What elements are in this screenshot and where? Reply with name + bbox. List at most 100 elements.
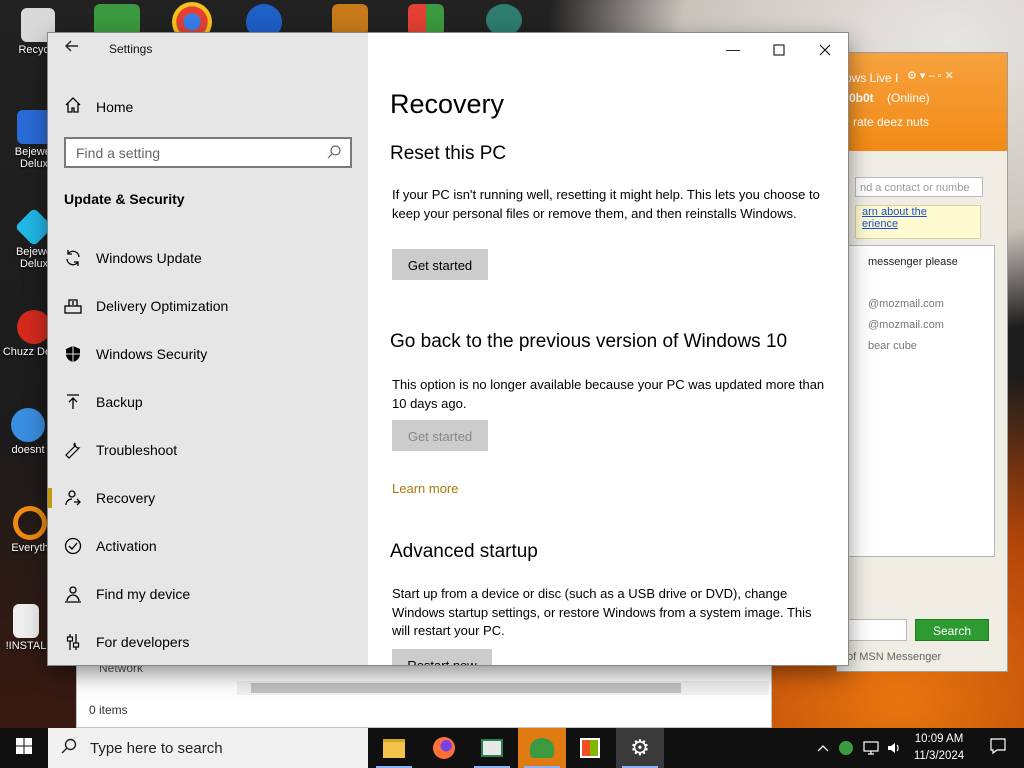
taskbar-app-window[interactable] <box>468 728 516 768</box>
learn-more-link[interactable]: Learn more <box>392 481 458 496</box>
taskbar-search-placeholder: Type here to search <box>90 739 223 757</box>
app-icon-3[interactable] <box>408 4 444 36</box>
go-back-get-started-button[interactable]: Get started <box>392 420 488 451</box>
msn-header: ows Live I ⚙ ▾ – ▫ ✕ 0b0t (Online) rate … <box>837 53 1007 151</box>
tray-network-icon[interactable] <box>860 728 882 768</box>
page-title: Recovery <box>390 89 505 119</box>
msn-people-icon <box>530 738 554 758</box>
sidebar-item-activation[interactable]: Activation <box>48 522 368 570</box>
sidebar-item-find-my-device[interactable]: Find my device <box>48 570 368 618</box>
find-setting-search[interactable] <box>64 137 352 168</box>
msn-username: 0b0t <box>849 91 874 105</box>
nav-home[interactable]: Home <box>64 95 133 119</box>
clock-date: 11/3/2024 <box>913 750 965 762</box>
taskbar-firefox[interactable] <box>420 728 468 768</box>
app-icon-2[interactable] <box>332 4 368 36</box>
msn-contact-row[interactable]: messenger please <box>868 256 958 268</box>
sidebar-item-label: Troubleshoot <box>96 442 178 458</box>
minimize-button[interactable]: — <box>710 37 756 61</box>
scrollbar-thumb[interactable] <box>251 683 681 693</box>
msn-footer-text: of MSN Messenger <box>847 651 942 663</box>
close-button[interactable] <box>802 37 848 61</box>
sidebar-item-label: Backup <box>96 394 143 410</box>
settings-nav-list: Windows Update Delivery Optimization Win… <box>48 234 368 665</box>
msn-title: ows Live I <box>845 71 899 85</box>
msn-contact-search-input[interactable]: nd a contact or numbe <box>855 177 983 197</box>
firefox-icon <box>433 737 455 759</box>
msn-people-icon[interactable] <box>94 4 140 36</box>
taskbar-store[interactable] <box>566 728 614 768</box>
settings-sidebar: Settings Home Update & Security Windows … <box>48 33 368 665</box>
sidebar-item-delivery-optimization[interactable]: Delivery Optimization <box>48 282 368 330</box>
explorer-horizontal-scrollbar[interactable] <box>237 681 769 695</box>
shield-icon <box>64 345 82 363</box>
sidebar-item-label: For developers <box>96 634 190 650</box>
advanced-startup-heading: Advanced startup <box>390 541 538 562</box>
sidebar-item-troubleshoot[interactable]: Troubleshoot <box>48 426 368 474</box>
notification-icon <box>989 737 1007 760</box>
msn-people-icon <box>839 741 853 755</box>
sidebar-item-for-developers[interactable]: For developers <box>48 618 368 665</box>
tray-volume-icon[interactable] <box>884 728 904 768</box>
taskbar-settings[interactable]: ⚙ <box>616 728 664 768</box>
folder-icon <box>383 738 405 758</box>
start-button[interactable] <box>0 728 48 768</box>
reset-pc-description: If your PC isn't running well, resetting… <box>392 187 820 221</box>
settings-content-pane: — Recovery Reset this PC If your PC isn'… <box>368 33 848 665</box>
taskbar-file-explorer[interactable] <box>370 728 418 768</box>
sidebar-item-label: Activation <box>96 538 157 554</box>
msn-messenger-window[interactable]: ows Live I ⚙ ▾ – ▫ ✕ 0b0t (Online) rate … <box>836 52 1008 672</box>
everything-search-icon <box>13 506 47 540</box>
go-back-description: This option is no longer available becau… <box>392 377 825 411</box>
desktop-icon-label: Bejewe Delux <box>15 246 53 270</box>
sidebar-item-label: Windows Update <box>96 250 202 266</box>
show-hidden-icons-button[interactable] <box>814 728 832 768</box>
character-icon[interactable] <box>486 4 522 36</box>
section-heading: Update & Security <box>64 191 185 207</box>
file-explorer-window[interactable]: Network 0 items <box>76 661 772 728</box>
msn-tip-box[interactable]: arn about the erience <box>855 205 981 239</box>
settings-window[interactable]: Settings Home Update & Security Windows … <box>48 33 848 665</box>
gear-icon: ⚙ <box>630 735 650 760</box>
desktop-icon-label: Everyth <box>11 542 49 554</box>
find-setting-input[interactable] <box>66 139 326 166</box>
msn-contact-row[interactable]: @mozmail.com <box>868 298 944 310</box>
refresh-icon <box>64 249 82 267</box>
search-icon <box>60 737 78 760</box>
window-app-icon <box>481 739 503 757</box>
msn-contact-row[interactable]: bear cube <box>868 340 917 352</box>
windows-logo-icon <box>16 737 32 759</box>
msn-tip-link-2[interactable]: erience <box>856 218 980 230</box>
backup-arrow-icon <box>64 393 82 411</box>
tray-msn-icon[interactable] <box>836 728 856 768</box>
developer-sliders-icon <box>64 633 82 651</box>
reset-get-started-button[interactable]: Get started <box>392 249 488 280</box>
nav-home-label: Home <box>96 99 134 115</box>
taskbar-msn-messenger[interactable] <box>518 728 566 768</box>
msn-status[interactable]: (Online) <box>887 91 930 105</box>
taskbar-clock[interactable]: 10:09 AM 11/3/2024 <box>908 731 970 765</box>
sidebar-item-backup[interactable]: Backup <box>48 378 368 426</box>
back-arrow-icon[interactable] <box>62 39 82 59</box>
msn-window-controls[interactable]: ⚙ ▾ – ▫ ✕ <box>907 69 954 82</box>
desktop-icon-label: doesnt <box>11 444 45 456</box>
sidebar-item-recovery[interactable]: Recovery <box>48 474 368 522</box>
chuzzle-icon <box>17 310 51 344</box>
msn-contact-list[interactable]: messenger please @mozmail.com @mozmail.c… <box>847 245 995 557</box>
sidebar-item-windows-update[interactable]: Windows Update <box>48 234 368 282</box>
msn-tip-link[interactable]: arn about the <box>856 206 980 218</box>
msn-search-button[interactable]: Search <box>915 619 989 641</box>
sidebar-item-windows-security[interactable]: Windows Security <box>48 330 368 378</box>
maximize-button[interactable] <box>756 37 802 61</box>
taskbar-search-box[interactable]: Type here to search <box>48 728 368 768</box>
msn-contact-row[interactable]: @mozmail.com <box>868 319 944 331</box>
restart-now-button[interactable]: Restart now <box>392 649 492 665</box>
go-back-heading: Go back to the previous version of Windo… <box>390 331 788 352</box>
explorer-item-count: 0 items <box>89 703 128 717</box>
delivery-optimization-icon <box>64 297 82 315</box>
action-center-button[interactable] <box>978 728 1018 768</box>
reset-pc-heading: Reset this PC <box>390 143 507 164</box>
msn-personal-message[interactable]: rate deez nuts <box>853 115 929 129</box>
advanced-startup-description: Start up from a device or disc (such as … <box>392 586 812 638</box>
search-icon[interactable] <box>326 144 342 160</box>
